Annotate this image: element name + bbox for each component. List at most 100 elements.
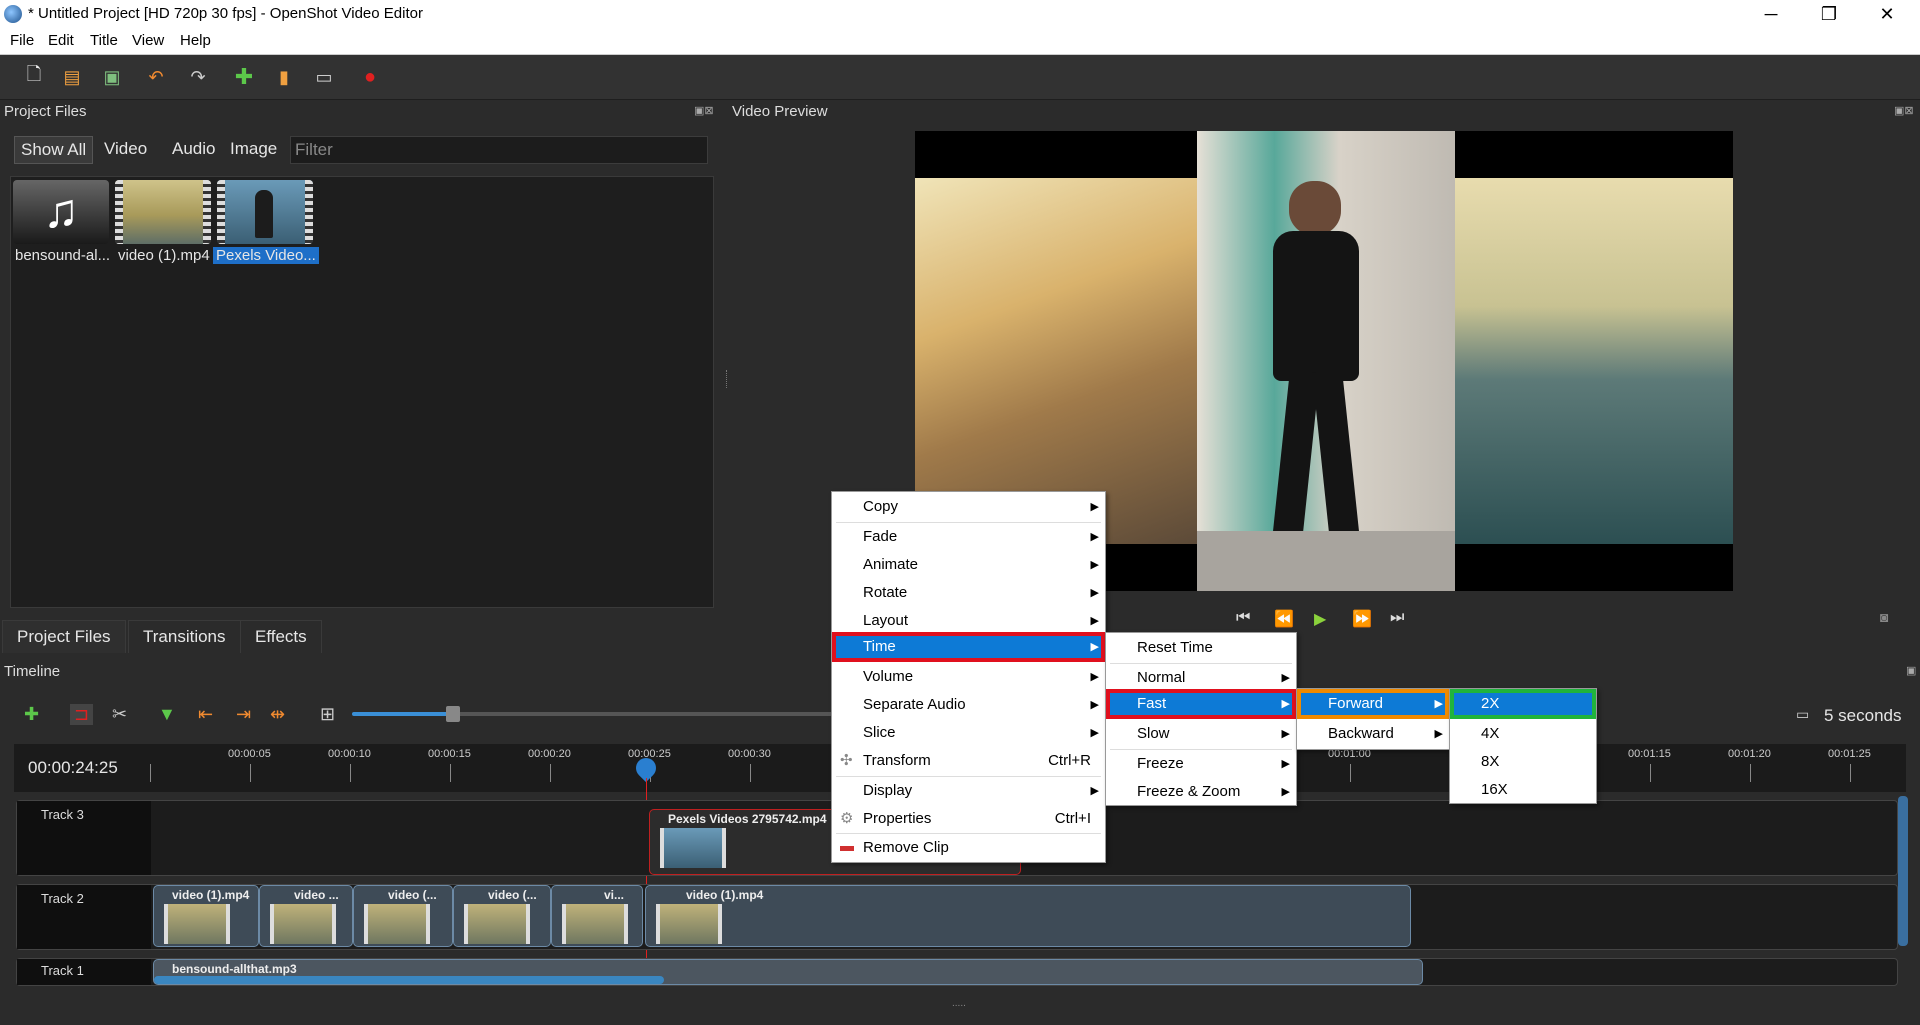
tick-label: 00:00:15 <box>428 748 471 760</box>
menu-view[interactable]: View <box>132 32 164 49</box>
zoom-slider-track[interactable] <box>454 712 834 716</box>
add-marker-icon[interactable]: ▼ <box>158 704 176 725</box>
open-project-icon[interactable]: ▤ <box>60 65 84 89</box>
clip[interactable]: video (... <box>453 885 551 947</box>
rewind-icon[interactable]: ⏪ <box>1274 609 1294 629</box>
file-thumb-audio[interactable]: ♫ <box>13 180 109 244</box>
tab-show-all[interactable]: Show All <box>14 136 94 164</box>
play-icon[interactable]: ▶ <box>1314 609 1326 629</box>
tab-image[interactable]: Image <box>224 136 283 162</box>
redo-icon[interactable]: ↷ <box>186 65 210 89</box>
jump-start-icon[interactable]: ⏮ <box>1236 609 1250 627</box>
menu-rotate[interactable]: Rotate ▶ <box>832 580 1105 606</box>
menu-forward[interactable]: Forward ▶ <box>1297 689 1449 719</box>
file-thumb-video-selected[interactable] <box>217 180 313 244</box>
tab-effects[interactable]: Effects <box>240 620 322 653</box>
project-files-title: Project Files <box>4 103 87 120</box>
zoom-slider-handle[interactable] <box>446 706 460 722</box>
file-thumb-video[interactable] <box>115 180 211 244</box>
snapping-icon[interactable]: ⊐ <box>70 704 94 725</box>
menu-speed-8x[interactable]: 8X <box>1450 749 1596 775</box>
jump-end-icon[interactable]: ⏭ <box>1390 609 1404 627</box>
tab-video[interactable]: Video <box>98 136 153 162</box>
camera-icon[interactable]: ◙ <box>1880 609 1888 625</box>
minimize-button[interactable]: ─ <box>1742 0 1800 28</box>
zoom-fit-icon[interactable]: ⊞ <box>320 704 335 725</box>
menu-normal[interactable]: Normal ▶ <box>1106 665 1296 691</box>
menu-file[interactable]: File <box>10 32 34 49</box>
save-project-icon[interactable]: ▣ <box>100 65 124 89</box>
tab-transitions[interactable]: Transitions <box>128 620 241 653</box>
menu-slice[interactable]: Slice ▶ <box>832 720 1105 746</box>
menu-title[interactable]: Title <box>90 32 118 49</box>
menu-time[interactable]: Time ▶ <box>832 632 1105 662</box>
new-project-icon[interactable]: 🗋 <box>22 64 46 89</box>
menu-display[interactable]: Display ▶ <box>832 778 1105 804</box>
menu-freeze-zoom[interactable]: Freeze & Zoom ▶ <box>1106 779 1296 805</box>
tab-audio[interactable]: Audio <box>166 136 221 162</box>
clip[interactable]: video ... <box>259 885 353 947</box>
menu-volume[interactable]: Volume ▶ <box>832 664 1105 690</box>
menu-edit[interactable]: Edit <box>48 32 74 49</box>
menu-speed-2x[interactable]: 2X <box>1450 689 1596 719</box>
choose-profile-icon[interactable]: ▮ <box>272 65 296 89</box>
menu-freeze[interactable]: Freeze ▶ <box>1106 751 1296 777</box>
tab-project-files[interactable]: Project Files <box>2 620 126 653</box>
clip[interactable]: video (... <box>353 885 453 947</box>
resize-handle[interactable]: ..... <box>952 998 966 1009</box>
timeline-toolbar: ✚ ⊐ ✂ ▼ ⇤ ⇥ ⇹ ⊞ <box>0 704 520 732</box>
center-playhead-icon[interactable]: ⇹ <box>270 704 285 725</box>
menu-fade[interactable]: Fade ▶ <box>832 524 1105 550</box>
current-time: 00:00:24:25 <box>28 758 118 777</box>
person-torso <box>1273 231 1359 381</box>
menu-speed-16x[interactable]: 16X <box>1450 777 1596 803</box>
clip-audio[interactable]: bensound-allthat.mp3 <box>153 959 1423 985</box>
menu-reset-time[interactable]: Reset Time <box>1106 635 1296 661</box>
person-figure <box>255 190 273 238</box>
undo-icon[interactable]: ↶ <box>144 65 168 89</box>
next-marker-icon[interactable]: ⇥ <box>236 704 251 725</box>
menu-fast[interactable]: Fast ▶ <box>1106 689 1296 719</box>
previous-marker-icon[interactable]: ⇤ <box>198 704 213 725</box>
undock-icon[interactable]: ▣ <box>1906 664 1916 677</box>
undock-icon[interactable]: ▣⊠ <box>694 104 714 117</box>
forward-submenu: 2X 4X 8X 16X <box>1449 688 1597 804</box>
menu-help[interactable]: Help <box>180 32 211 49</box>
project-files-filter-tabs: Show All Video Audio Image <box>14 136 284 166</box>
export-video-icon[interactable]: ● <box>358 65 382 89</box>
fast-forward-icon[interactable]: ⏩ <box>1352 609 1372 629</box>
menu-copy[interactable]: Copy ▶ <box>832 494 1105 520</box>
track-1[interactable]: Track 1 bensound-allthat.mp3 <box>16 958 1898 986</box>
menu-backward[interactable]: Backward ▶ <box>1297 721 1449 747</box>
undock-icon[interactable]: ▣⊠ <box>1894 104 1914 117</box>
filter-input[interactable]: Filter <box>290 136 708 164</box>
zoom-slider-fill[interactable] <box>352 712 454 716</box>
import-files-icon[interactable]: ✚ <box>232 64 256 89</box>
splitter-handle[interactable] <box>726 370 730 388</box>
clip[interactable]: video (1).mp4 <box>153 885 259 947</box>
close-button[interactable]: ✕ <box>1858 0 1916 28</box>
add-track-icon[interactable]: ✚ <box>24 704 39 725</box>
menu-animate[interactable]: Animate ▶ <box>832 552 1105 578</box>
person-head <box>1289 181 1341 235</box>
sea-right-image <box>1455 178 1733 544</box>
clip[interactable]: vi... <box>551 885 643 947</box>
menu-layout[interactable]: Layout ▶ <box>832 608 1105 634</box>
menu-properties[interactable]: ⚙ Properties Ctrl+I <box>832 806 1105 832</box>
menu-transform[interactable]: ✣ Transform Ctrl+R <box>832 748 1105 774</box>
timeline-scrollbar[interactable] <box>1898 796 1908 946</box>
fullscreen-icon[interactable]: ▭ <box>312 65 336 89</box>
track-2[interactable]: Track 2 video (1).mp4 video ... video (.… <box>16 884 1898 950</box>
menu-remove-clip[interactable]: Remove Clip <box>832 835 1105 861</box>
clip-label: video (1).mp4 <box>172 888 250 902</box>
maximize-button[interactable]: ❐ <box>1800 0 1858 28</box>
person-leg-left <box>1272 369 1320 543</box>
menu-separate-audio[interactable]: Separate Audio ▶ <box>832 692 1105 718</box>
track-name: Track 3 <box>41 807 84 822</box>
menu-speed-4x[interactable]: 4X <box>1450 721 1596 747</box>
clip[interactable]: video (1).mp4 <box>645 885 1411 947</box>
tick-label: 00:01:15 <box>1628 748 1671 760</box>
clip-thumb <box>270 904 336 944</box>
razor-icon[interactable]: ✂ <box>112 704 127 725</box>
menu-slow[interactable]: Slow ▶ <box>1106 721 1296 747</box>
